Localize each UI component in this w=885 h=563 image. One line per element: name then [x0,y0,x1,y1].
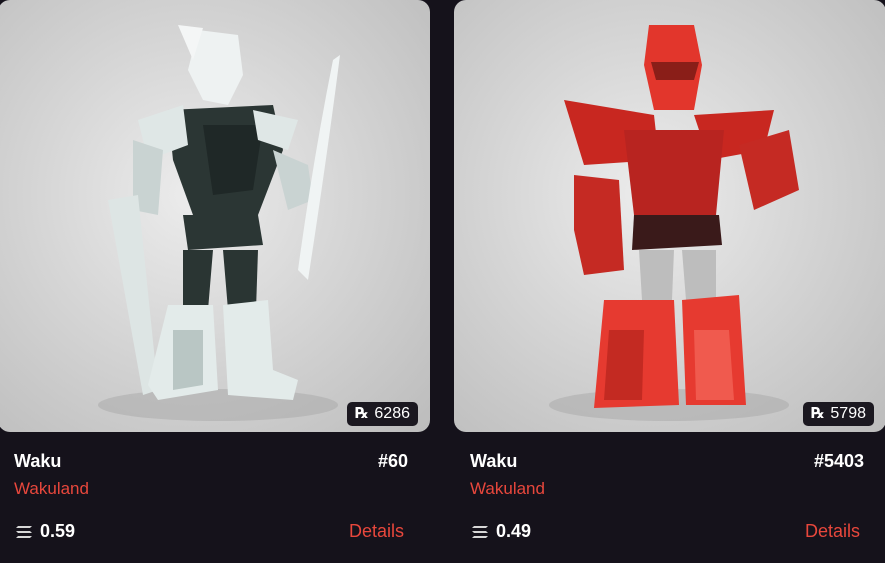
nft-number: #5403 [813,451,864,471]
collection-link[interactable]: Wakuland [14,479,89,499]
nft-card[interactable]: ℞ 5798 Waku #5403 Wakuland 0.49 Details [454,0,885,563]
sol-icon [16,525,32,538]
rank-badge: ℞ 5798 [802,402,874,426]
rank-icon: ℞ [354,405,369,422]
price: 0.59 [14,521,75,542]
nft-card[interactable]: ℞ 6286 Waku #60 Wakuland 0.59 Details [0,0,430,563]
rank-icon: ℞ [810,405,825,422]
nft-number: #60 [377,451,408,471]
rank-value: 6286 [374,405,410,422]
nft-grid: ℞ 6286 Waku #60 Wakuland 0.59 Details ℞ … [0,0,885,563]
nft-image[interactable]: ℞ 5798 [454,0,885,432]
sol-icon [472,525,488,538]
details-link[interactable]: Details [349,521,404,542]
price-value: 0.49 [496,521,532,541]
rank-value: 5798 [830,405,866,422]
price: 0.49 [470,521,531,542]
details-link[interactable]: Details [805,521,860,542]
collection-link[interactable]: Wakuland [470,479,545,499]
nft-title: Waku [14,451,62,471]
white-knight-figure [98,25,340,421]
price-value: 0.59 [40,521,76,541]
nft-image[interactable]: ℞ 6286 [0,0,430,432]
red-knight-figure [549,25,799,421]
rank-badge: ℞ 6286 [346,402,418,426]
nft-title: Waku [470,451,518,471]
